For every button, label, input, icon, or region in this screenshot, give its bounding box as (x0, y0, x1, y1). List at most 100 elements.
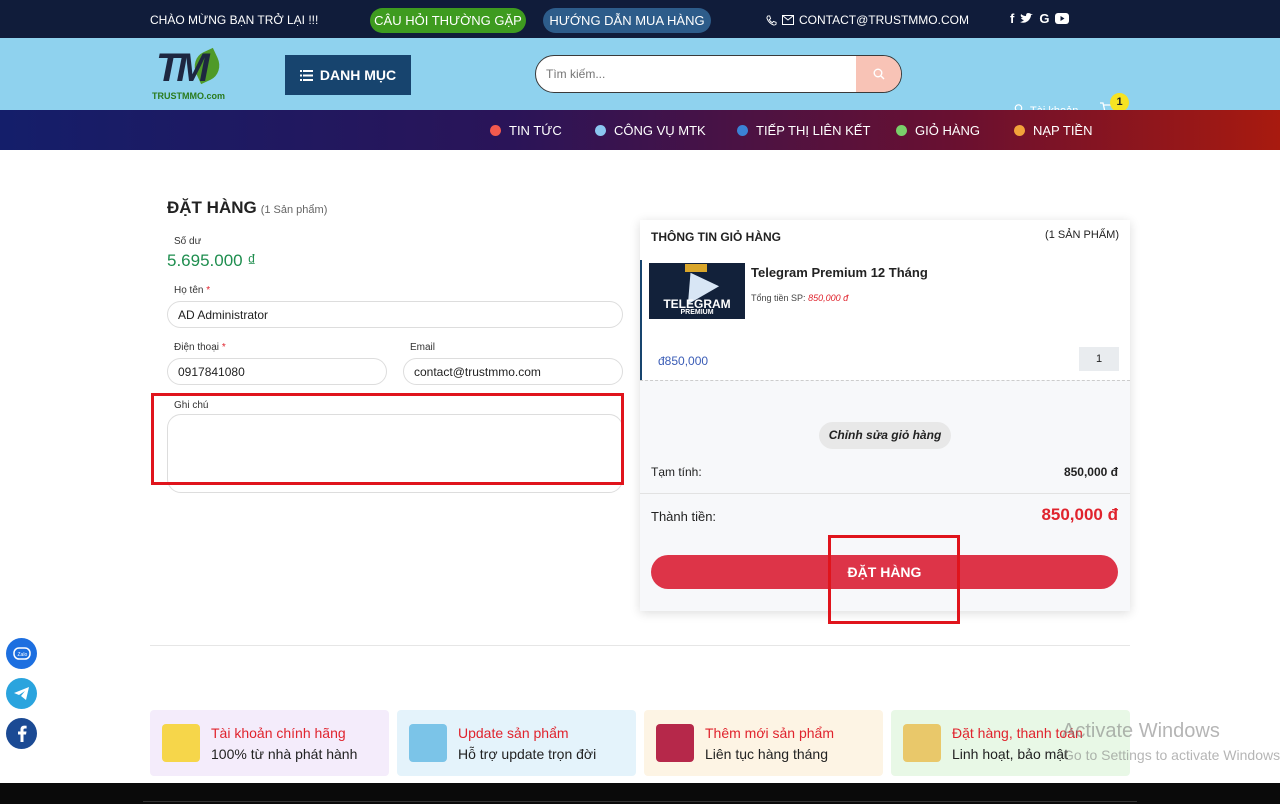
phone-label: Điện thoại * (174, 342, 226, 353)
footer-line (143, 801, 1137, 802)
balance-label: Số dư (174, 236, 202, 247)
email-label: Email (410, 342, 436, 353)
nav-label: CÔNG VỤ MTK (614, 123, 706, 138)
order-count: (1 Sản phẩm) (260, 204, 328, 216)
phone-label-text: Điện thoại (174, 342, 220, 353)
grand-total-value: 850,000 đ (1041, 505, 1118, 524)
zalo-icon[interactable]: Zalo (6, 638, 37, 669)
divider (640, 493, 1130, 494)
facebook-icon[interactable] (6, 718, 37, 749)
cart-items: THÔNG TIN GIỎ HÀNG (1 SẢN PHẨM) TELEGRAM… (640, 220, 1130, 382)
grand-total-label: Thành tiền: (651, 509, 717, 524)
search-icon (873, 68, 884, 80)
update-icon (409, 724, 447, 762)
feature-subtitle: Linh hoạt, bảo mật (952, 746, 1068, 762)
subtotal-label: Tạm tính: (651, 465, 702, 479)
name-field[interactable] (167, 301, 623, 328)
email-field[interactable] (403, 358, 623, 385)
search-button[interactable] (856, 56, 901, 92)
product-name[interactable]: Telegram Premium 12 Tháng (751, 265, 928, 280)
footer (0, 783, 1280, 804)
telegram-icon[interactable] (6, 678, 37, 709)
cart-summary: THÔNG TIN GIỎ HÀNG (1 SẢN PHẨM) TELEGRAM… (640, 220, 1130, 611)
nav-label: TIN TỨC (509, 123, 562, 138)
feature-subtitle: 100% từ nhà phát hành (211, 746, 358, 762)
wallet-icon (1014, 125, 1025, 136)
balance-value: 5.695.000 ₫ (167, 251, 257, 270)
tools-icon (595, 125, 606, 136)
item-accent-line (640, 260, 642, 382)
news-icon (490, 125, 501, 136)
nav-label: TIẾP THỊ LIÊN KẾT (756, 123, 871, 138)
search-bar (535, 55, 902, 93)
feature-subtitle: Hỗ trợ update trọn đời (458, 746, 597, 762)
list-icon (299, 69, 313, 81)
menu-label: DANH MỤC (319, 67, 397, 83)
facebook-icon[interactable]: f (1010, 11, 1014, 26)
nav-tools[interactable]: CÔNG VỤ MTK (595, 123, 706, 138)
mail-icon (782, 15, 794, 25)
basket-icon (896, 125, 907, 136)
cart-title: THÔNG TIN GIỎ HÀNG (651, 230, 781, 244)
windows-watermark-title: Activate Windows (1062, 720, 1220, 742)
guide-link[interactable]: HƯỚNG DẪN MUA HÀNG (543, 8, 711, 33)
contact-email: CONTACT@TRUSTMMO.COM (799, 13, 969, 27)
affiliate-icon (737, 125, 748, 136)
quantity-field[interactable]: 1 (1079, 347, 1119, 371)
note-field[interactable] (167, 414, 623, 493)
package-icon (162, 724, 200, 762)
name-label: Họ tên * (174, 285, 210, 296)
section-divider (150, 645, 1130, 646)
nav-label: GIỎ HÀNG (915, 123, 981, 138)
order-title: ĐẶT HÀNG (167, 198, 257, 217)
product-total-value: 850,000 đ (808, 293, 849, 303)
twitter-icon[interactable] (1020, 13, 1034, 24)
windows-watermark-sub: Go to Settings to activate Windows. (1063, 747, 1280, 763)
category-menu-button[interactable]: DANH MỤC (285, 55, 411, 95)
feature-title: Update sản phẩm (458, 725, 569, 741)
nav-cart[interactable]: GIỎ HÀNG (896, 123, 980, 138)
edit-cart-button[interactable]: Chỉnh sửa giỏ hàng (819, 422, 951, 449)
logo-brand: TRUSTMMO.com (152, 91, 225, 101)
nav-topup[interactable]: NẠP TIỀN (1014, 123, 1092, 138)
google-icon[interactable]: G (1039, 11, 1049, 26)
required-mark: * (221, 342, 226, 353)
feature-title: Tài khoản chính hãng (211, 725, 346, 741)
faq-link[interactable]: CÂU HỎI THƯỜNG GẶP (370, 8, 526, 33)
phone-icon (766, 14, 777, 26)
site-logo[interactable]: TM TRUSTMMO.com (150, 46, 235, 102)
nav-news[interactable]: TIN TỨC (490, 123, 562, 138)
medal-icon (903, 724, 941, 762)
product-total-label: Tổng tiền SP: (751, 293, 806, 303)
main-nav: TIN TỨC CÔNG VỤ MTK TIẾP THỊ LIÊN KẾT GI… (0, 110, 1280, 150)
site-header: TM TRUSTMMO.com DANH MỤC Tài khoản 1 (0, 38, 1280, 118)
logo-letters: TM (156, 46, 210, 90)
subtotal-value: 850,000 đ (1063, 465, 1118, 479)
product-total: Tổng tiền SP: 850,000 đ (751, 293, 848, 303)
note-label: Ghi chú (174, 400, 209, 411)
nav-affiliate[interactable]: TIẾP THỊ LIÊN KẾT (737, 123, 870, 138)
page-title: ĐẶT HÀNG (1 Sản phẩm) (167, 198, 327, 218)
cart-totals: Chỉnh sửa giỏ hàng Tạm tính: 850,000 đ T… (640, 380, 1130, 611)
nav-label: NẠP TIỀN (1033, 123, 1093, 138)
product-image[interactable]: TELEGRAM PREMIUM (649, 263, 745, 319)
feature-title: Thêm mới sản phẩm (705, 725, 835, 741)
product-image-subtext: PREMIUM (680, 309, 714, 316)
cart-count: (1 SẢN PHẨM) (1045, 229, 1119, 241)
contact-info[interactable]: CONTACT@TRUSTMMO.COM (766, 13, 969, 27)
feature-new: Thêm mới sản phẩm Liên tục hàng tháng (644, 710, 883, 776)
product-price: đ850,000 (658, 354, 709, 368)
social-links: f G (1010, 11, 1070, 26)
feature-subtitle: Liên tục hàng tháng (705, 746, 828, 762)
welcome-text: CHÀO MỪNG BẠN TRỞ LẠI !!! (150, 13, 319, 27)
search-input[interactable] (536, 56, 856, 92)
youtube-icon[interactable] (1055, 13, 1070, 24)
place-order-button[interactable]: ĐẶT HÀNG (651, 555, 1118, 589)
feature-update: Update sản phẩm Hỗ trợ update trọn đời (397, 710, 636, 776)
top-bar: CHÀO MỪNG BẠN TRỞ LẠI !!! CÂU HỎI THƯỜNG… (0, 0, 1280, 38)
phone-field[interactable] (167, 358, 387, 385)
box-icon (656, 724, 694, 762)
required-mark: * (206, 285, 211, 296)
svg-text:Zalo: Zalo (17, 652, 27, 658)
name-label-text: Họ tên (174, 285, 204, 296)
